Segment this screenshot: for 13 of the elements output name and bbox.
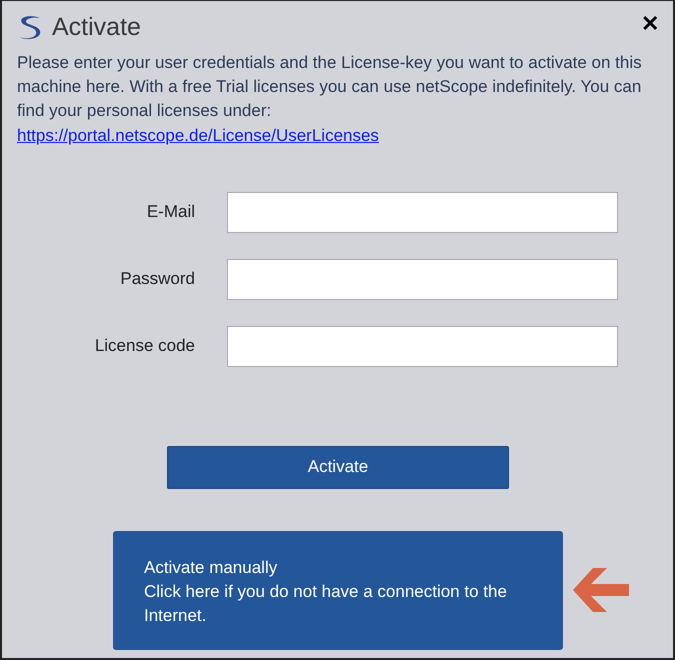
input-field[interactable] xyxy=(227,326,618,366)
activate-button[interactable]: Activate xyxy=(167,446,509,488)
close-button[interactable]: ✕ xyxy=(637,7,663,40)
input-field[interactable] xyxy=(227,192,618,232)
activate-manually-button[interactable]: Activate manually Click here if you do not have a connection to the Internet. xyxy=(113,530,563,650)
window-title: Activate xyxy=(52,12,141,43)
input-field[interactable] xyxy=(227,258,618,300)
field-label: License code xyxy=(94,335,195,358)
field-label: Password xyxy=(119,268,195,290)
intro-paragraph: Please enter your user credentials and the License-key you want to activate on this machine here. With a free Trial licenses you can use netScope indefinitely. You can find your personal licenses under: xyxy=(16,52,643,122)
field-label: E-Mail xyxy=(146,201,195,224)
licenses-link[interactable]: https://portal.netscope.de/License/UserLicenses xyxy=(17,126,379,144)
arrow-icon xyxy=(573,568,629,612)
